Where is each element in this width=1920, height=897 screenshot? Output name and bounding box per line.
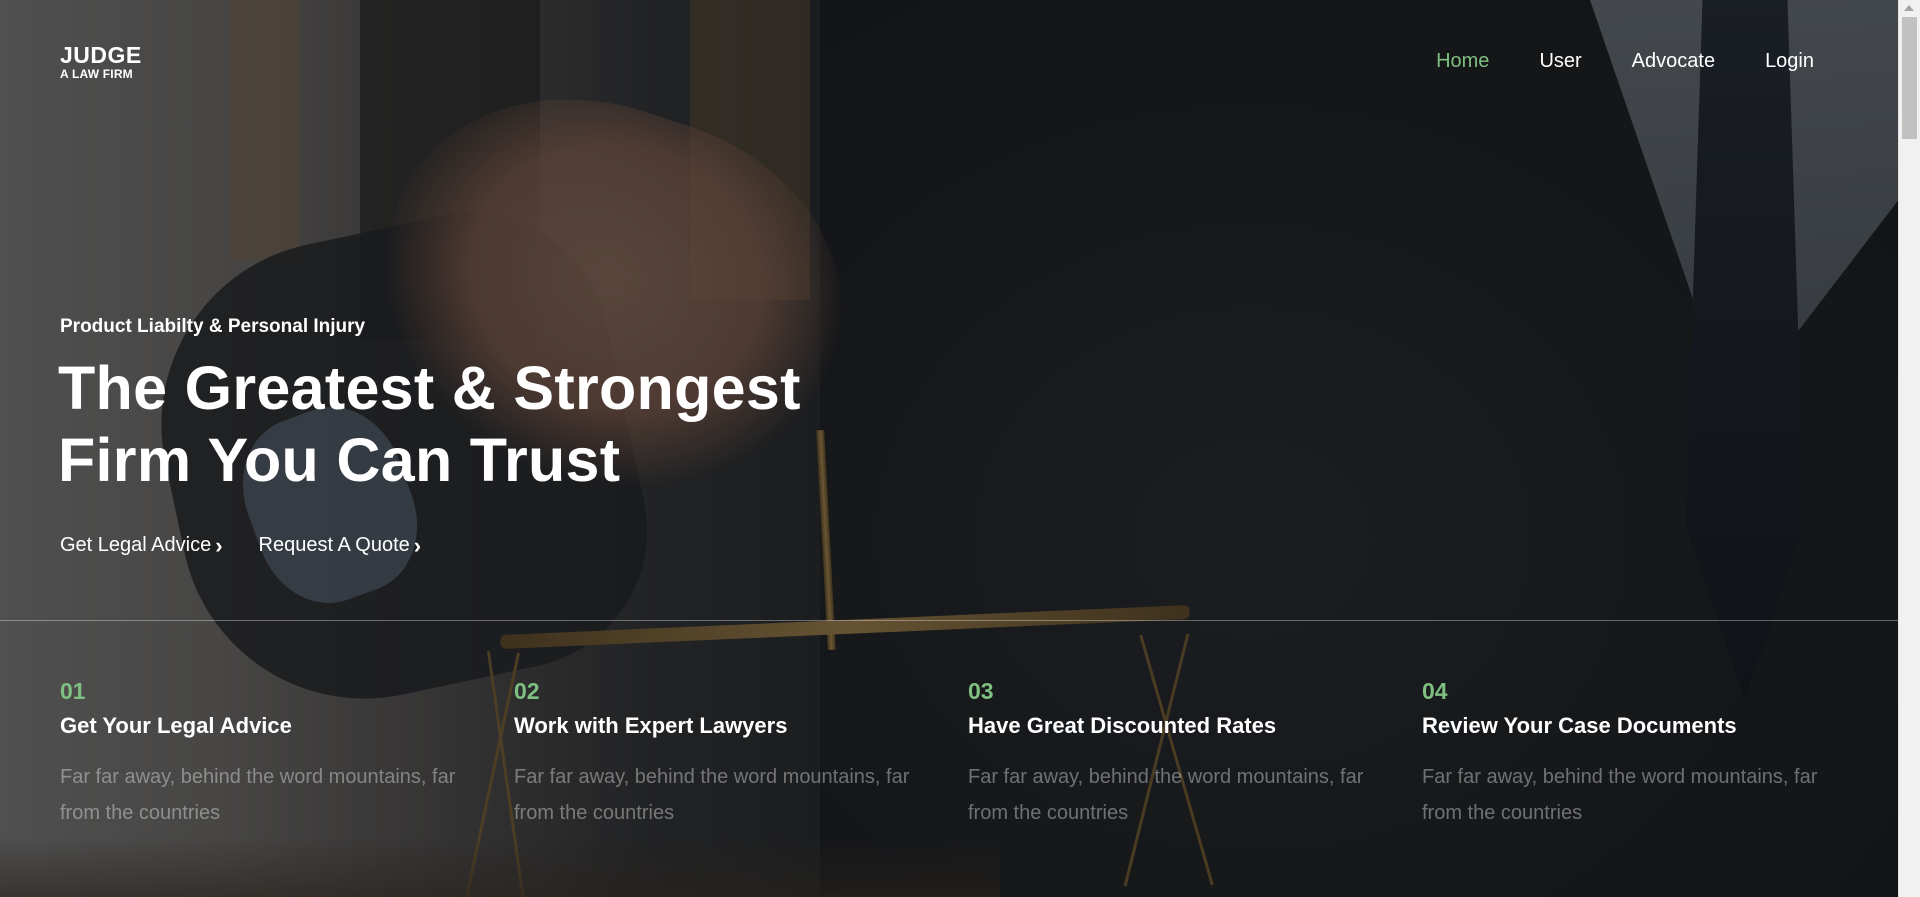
scrollbar-thumb[interactable] xyxy=(1902,17,1917,139)
nav-item-user[interactable]: User xyxy=(1539,50,1581,73)
nav-item-advocate[interactable]: Advocate xyxy=(1632,50,1715,73)
feature-description: Far far away, behind the word mountains,… xyxy=(1422,766,1818,824)
feature-number: 03 xyxy=(968,678,994,704)
feature-item: 01 Get Your Legal Advice Far far away, b… xyxy=(60,676,514,831)
feature-number: 01 xyxy=(60,678,86,704)
hero-title-line-1: The Greatest & Strongest xyxy=(58,354,801,422)
feature-number: 04 xyxy=(1422,678,1448,704)
hero-subtitle: Product Liabilty & Personal Injury xyxy=(60,316,366,337)
feature-item: 04 Review Your Case Documents Far far aw… xyxy=(1422,676,1876,831)
feature-description: Far far away, behind the word mountains,… xyxy=(968,766,1364,824)
brand-logo[interactable]: JUDGE A LAW FIRM xyxy=(60,42,142,81)
feature-title: Have Great Discounted Rates xyxy=(968,713,1277,738)
page-scrollbar[interactable] xyxy=(1898,0,1920,897)
features-row: 01 Get Your Legal Advice Far far away, b… xyxy=(60,676,1880,831)
scroll-up-arrow-icon[interactable] xyxy=(1904,5,1914,11)
nav-item-home[interactable]: Home xyxy=(1436,50,1489,73)
brand-subtitle: A LAW FIRM xyxy=(60,67,133,81)
hero-title-line-2: Firm You Can Trust xyxy=(58,426,621,494)
get-legal-advice-link[interactable]: Get Legal Advice › xyxy=(60,534,223,557)
nav-item-login[interactable]: Login xyxy=(1765,50,1814,73)
chevron-right-icon: › xyxy=(215,532,223,558)
chevron-right-icon: › xyxy=(413,532,422,558)
section-divider xyxy=(0,620,1899,621)
feature-item: 02 Work with Expert Lawyers Far far away… xyxy=(514,676,968,831)
page: JUDGE A LAW FIRM Home User Advocate Logi… xyxy=(0,0,1899,897)
feature-description: Far far away, behind the word mountains,… xyxy=(514,766,910,824)
hero-cta-row: Get Legal Advice › Request A Quote › xyxy=(60,534,421,557)
request-quote-link[interactable]: Request A Quote › xyxy=(259,534,422,557)
feature-title: Work with Expert Lawyers xyxy=(514,713,788,738)
hero-title: The Greatest & Strongest Firm You Can Tr… xyxy=(58,352,801,496)
main-nav: Home User Advocate Login xyxy=(1436,50,1814,73)
feature-item: 03 Have Great Discounted Rates Far far a… xyxy=(968,676,1422,831)
feature-title: Review Your Case Documents xyxy=(1422,713,1737,738)
feature-title: Get Your Legal Advice xyxy=(60,713,292,738)
request-quote-label: Request A Quote xyxy=(258,534,410,556)
feature-number: 02 xyxy=(514,678,540,704)
feature-description: Far far away, behind the word mountains,… xyxy=(60,766,456,824)
get-legal-advice-label: Get Legal Advice xyxy=(60,534,212,556)
brand-title: JUDGE xyxy=(60,42,142,68)
